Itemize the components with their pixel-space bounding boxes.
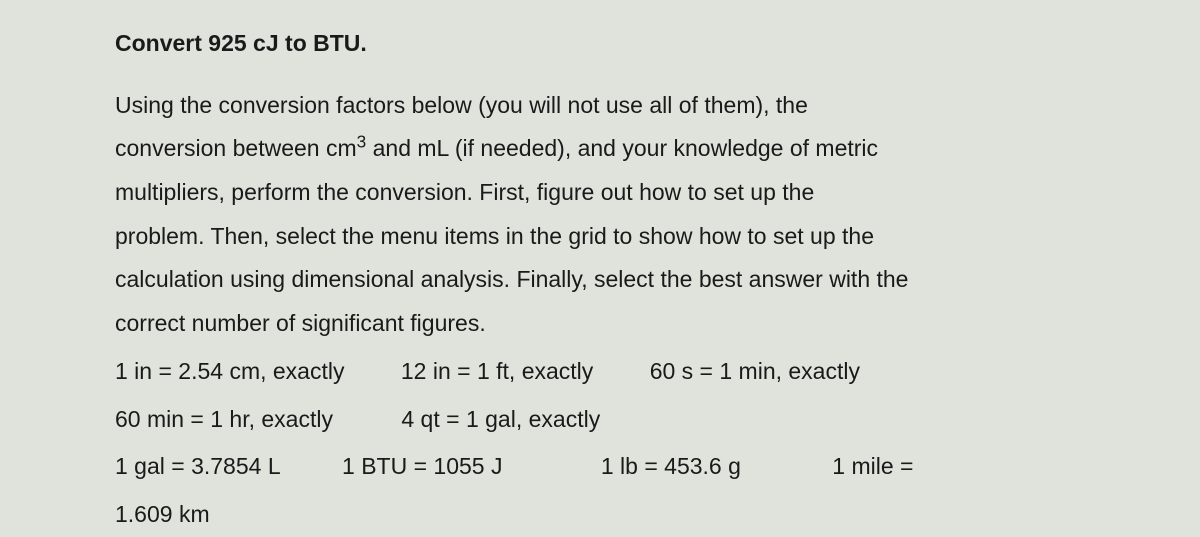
factor-gal-l: 1 gal = 3.7854 L [115, 445, 281, 489]
instruction-line-5: calculation using dimensional analysis. … [0, 258, 1085, 302]
factor-lb-g: 1 lb = 453.6 g [601, 445, 741, 489]
factor-btu-j: 1 BTU = 1055 J [342, 445, 502, 489]
instructions-block: Using the conversion factors below (you … [0, 84, 1085, 346]
factor-mile-km-part1: 1 mile = [832, 445, 913, 489]
instruction-line-1: Using the conversion factors below (you … [0, 84, 1085, 128]
factor-in-cm: 1 in = 2.54 cm, exactly [115, 350, 344, 394]
instruction-line-3: multipliers, perform the conversion. Fir… [0, 171, 1085, 215]
factor-in-ft: 12 in = 1 ft, exactly [401, 350, 593, 394]
factor-min-hr: 60 min = 1 hr, exactly [115, 398, 333, 442]
instruction-line-4: problem. Then, select the menu items in … [0, 215, 1085, 259]
conversion-factors-row-3: 1 gal = 3.7854 L 1 BTU = 1055 J 1 lb = 4… [0, 445, 1085, 489]
conversion-factors-row-2: 60 min = 1 hr, exactly 4 qt = 1 gal, exa… [0, 398, 1085, 442]
instruction-line-2: conversion between cm3 and mL (if needed… [0, 127, 1085, 171]
instruction-line-2-post: and mL (if needed), and your knowledge o… [366, 135, 878, 161]
instruction-line-6: correct number of significant figures. [0, 302, 1085, 346]
problem-heading: Convert 925 cJ to BTU. [115, 22, 1085, 66]
instruction-line-2-pre: conversion between cm [115, 135, 357, 161]
factor-qt-gal: 4 qt = 1 gal, exactly [401, 398, 600, 442]
factor-mile-km-part2: 1.609 km [115, 493, 210, 537]
conversion-factors-row-1: 1 in = 2.54 cm, exactly 12 in = 1 ft, ex… [0, 350, 1085, 394]
factor-s-min: 60 s = 1 min, exactly [650, 350, 860, 394]
conversion-factors-row-4: 1.609 km [0, 493, 1085, 537]
superscript-3: 3 [357, 132, 367, 152]
